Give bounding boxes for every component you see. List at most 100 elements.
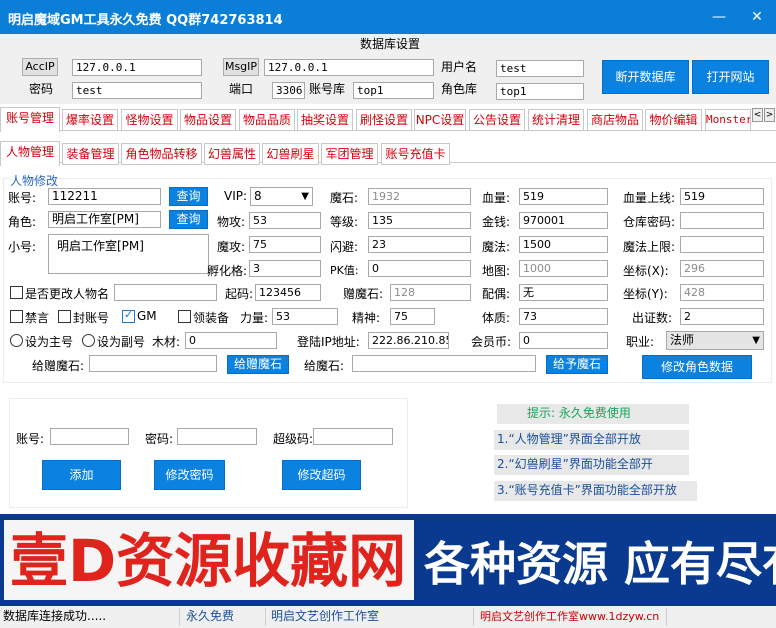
- query-acct-button[interactable]: 查询: [169, 187, 208, 206]
- alt-textarea[interactable]: 明启工作室[PM]: [48, 234, 209, 274]
- set-sub-radio[interactable]: [82, 334, 95, 347]
- rename-input[interactable]: [114, 284, 217, 301]
- member-input[interactable]: 0: [519, 332, 608, 349]
- character-section-title: 人物修改: [10, 172, 59, 189]
- minimize-button[interactable]: —: [706, 5, 732, 29]
- role-label: 角色:: [8, 215, 37, 229]
- tab-scroll-left-icon[interactable]: <: [752, 108, 763, 122]
- accip-label: AccIP: [22, 58, 58, 76]
- job-select[interactable]: 法师 ▼: [666, 331, 764, 350]
- gold-input[interactable]: 970001: [519, 212, 608, 229]
- tab-monster-dat[interactable]: Monster.dat: [705, 109, 751, 131]
- pk-input[interactable]: 0: [368, 260, 471, 277]
- add-account-button[interactable]: 添加: [42, 460, 121, 490]
- subtab-pet-attributes[interactable]: 幻兽属性: [204, 143, 260, 165]
- wood-input[interactable]: 0: [185, 332, 277, 349]
- port-input[interactable]: 3306: [272, 82, 305, 99]
- tab-drop-rate[interactable]: 爆率设置: [62, 109, 118, 131]
- tab-item-quality[interactable]: 物品品质: [239, 109, 295, 131]
- tab-announce-settings[interactable]: 公告设置: [469, 109, 525, 131]
- tab-price-edit[interactable]: 物价编辑: [645, 109, 702, 131]
- gm-checkbox[interactable]: ✓: [122, 308, 135, 323]
- msgip-input[interactable]: 127.0.0.1: [264, 59, 434, 76]
- subtab-equipment-manage[interactable]: 装备管理: [62, 143, 119, 165]
- job-label: 职业:: [626, 335, 655, 349]
- level-input[interactable]: 135: [368, 212, 471, 229]
- wugong-input[interactable]: 53: [249, 212, 321, 229]
- tab-stats-clean[interactable]: 统计清理: [528, 109, 584, 131]
- new-pwd-input[interactable]: [177, 428, 257, 445]
- spouse-input[interactable]: 无: [519, 284, 608, 301]
- manamax-input[interactable]: [680, 236, 764, 253]
- give-gift-input[interactable]: [89, 355, 217, 372]
- acct-input[interactable]: 112211: [48, 188, 161, 205]
- tab-item-settings[interactable]: 物品设置: [180, 109, 236, 131]
- tab-spawn-settings[interactable]: 刷怪设置: [356, 109, 412, 131]
- tab-npc-settings[interactable]: NPC设置: [414, 109, 466, 131]
- role-db-input[interactable]: top1: [496, 83, 584, 100]
- hatch-input[interactable]: 3: [249, 260, 321, 277]
- modify-character-button[interactable]: 修改角色数据: [642, 355, 752, 379]
- password-input[interactable]: test: [72, 82, 202, 99]
- hint-line-1: 1.“人物管理”界面全部开放: [494, 430, 689, 450]
- login-ip-input[interactable]: 222.86.210.85: [368, 332, 449, 349]
- give-mshi-button[interactable]: 给予魔石: [546, 355, 608, 374]
- change-super-code-button[interactable]: 修改超码: [282, 460, 361, 490]
- y-input[interactable]: 428: [680, 284, 764, 301]
- warehouse-input[interactable]: [680, 212, 764, 229]
- ban-chat-checkbox[interactable]: [10, 310, 23, 323]
- set-main-radio[interactable]: [10, 334, 23, 347]
- subtab-character-manage[interactable]: 人物管理: [0, 141, 60, 166]
- hpmax-input[interactable]: 519: [680, 188, 764, 205]
- check-icon: ✓: [124, 308, 134, 321]
- give-mshi-label: 给魔石:: [304, 359, 345, 373]
- tab-scroll-right-icon[interactable]: >: [764, 108, 775, 122]
- mana-input[interactable]: 1500: [519, 236, 608, 253]
- map-input[interactable]: 1000: [519, 260, 608, 277]
- mshi-input[interactable]: 1932: [368, 188, 471, 205]
- dodge-label: 闪避:: [330, 240, 359, 254]
- gift-input[interactable]: 128: [390, 284, 471, 301]
- tab-monster-settings[interactable]: 怪物设置: [121, 109, 178, 131]
- subtab-item-transfer[interactable]: 角色物品转移: [121, 143, 202, 165]
- user-input[interactable]: test: [496, 60, 584, 77]
- give-mshi-input[interactable]: [352, 355, 536, 372]
- dodge-input[interactable]: 23: [368, 236, 471, 253]
- subtab-recharge-card[interactable]: 账号充值卡: [381, 143, 450, 165]
- subtab-pet-star[interactable]: 幻兽刷星: [262, 143, 319, 165]
- tab-shop-items[interactable]: 商店物品: [587, 109, 643, 131]
- new-acct-input[interactable]: [50, 428, 129, 445]
- power-input[interactable]: 53: [272, 308, 338, 325]
- block-account-checkbox[interactable]: [58, 310, 71, 323]
- disconnect-db-button[interactable]: 断开数据库: [602, 60, 689, 94]
- query-role-button[interactable]: 查询: [169, 210, 208, 229]
- super-code-input[interactable]: [313, 428, 393, 445]
- cert-input[interactable]: 2: [680, 308, 764, 325]
- get-equip-checkbox[interactable]: [178, 310, 191, 323]
- tab-account-manage[interactable]: 账号管理: [0, 107, 60, 132]
- spirit-input[interactable]: 75: [390, 308, 435, 325]
- status-website[interactable]: 明启文艺创作工作室www.1dzyw.cn: [477, 608, 667, 626]
- msgip-label: MsgIP: [223, 58, 259, 76]
- give-gift-button[interactable]: 给赠魔石: [227, 355, 289, 374]
- ad-banner[interactable]: 壹D资源收藏网 各种资源 应有尽有: [0, 514, 776, 606]
- subtab-legion-manage[interactable]: 军团管理: [321, 143, 378, 165]
- open-website-button[interactable]: 打开网站: [692, 60, 769, 94]
- banner-right-text: 各种资源 应有尽有: [424, 537, 776, 591]
- qima-input[interactable]: 123456: [255, 284, 321, 301]
- change-password-button[interactable]: 修改密码: [154, 460, 225, 490]
- wood-label: 木材:: [152, 335, 181, 349]
- account-db-input[interactable]: top1: [353, 82, 434, 99]
- hp-input[interactable]: 519: [519, 188, 608, 205]
- mogong-input[interactable]: 75: [249, 236, 321, 253]
- x-input[interactable]: 296: [680, 260, 764, 277]
- accip-input[interactable]: 127.0.0.1: [72, 59, 202, 76]
- body-input[interactable]: 73: [519, 308, 608, 325]
- tab-lottery-settings[interactable]: 抽奖设置: [297, 109, 353, 131]
- sub-tab-strip: 人物管理 装备管理 角色物品转移 幻兽属性 幻兽刷星 军团管理 账号充值卡: [0, 141, 776, 166]
- role-input[interactable]: 明启工作室[PM]: [48, 211, 161, 228]
- close-button[interactable]: ✕: [744, 5, 770, 29]
- rename-checkbox[interactable]: [10, 286, 23, 299]
- banner-left-text: 壹D资源收藏网: [10, 527, 407, 595]
- vip-select[interactable]: 8 ▼: [250, 187, 313, 206]
